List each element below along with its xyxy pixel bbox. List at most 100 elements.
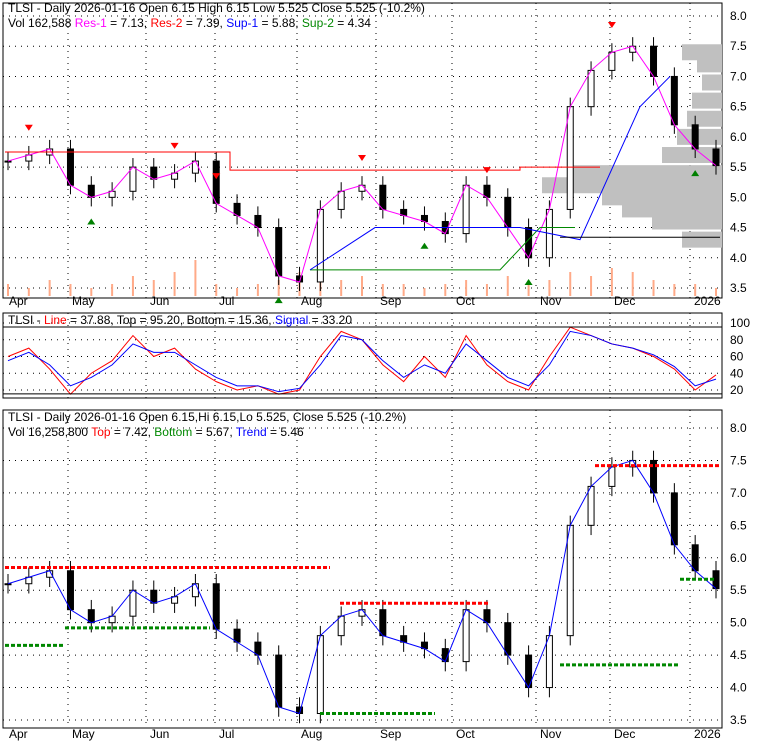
x-tick-label: Dec [614,294,635,308]
signal-label: Signal [274,313,309,327]
volume-bar [715,288,717,296]
y-tick-label: 8.0 [730,9,747,23]
y-tick-label: 5.5 [730,160,747,174]
candle-body [462,609,470,663]
volume-bar [673,284,676,296]
panel3-levels: Vol 16,258,800 Top = 7.42, Bottom = 5.67… [8,425,304,439]
candle-body [504,622,512,656]
volume-bar [194,260,197,296]
res2-line [5,151,600,171]
candle-body [608,466,616,487]
x-tick-label: Oct [456,294,475,308]
res2-value: = 7.39, [182,16,227,30]
candle-body [66,570,74,611]
candle-body [87,609,95,624]
volume-bar [111,284,114,296]
volume-bar [381,284,384,296]
x-tick-label: May [72,294,95,308]
candle-body [66,148,74,186]
candle-body [650,45,658,77]
volume-profile-bar [692,92,722,109]
panel2-title: TLSI - Line = 37.88, Top = 95.20, Bottom… [8,313,352,327]
x-tick-label: Sep [380,294,402,308]
y-tick-label: 6.5 [730,100,747,114]
y-tick-label: 4.5 [730,648,747,662]
bottom-label: Bottom [154,425,193,439]
volume-bar [465,280,468,296]
osc-tick-label: 100 [730,316,750,330]
panel-1-frame [2,2,723,299]
volume-bar [361,276,363,296]
sell-arrow-icon [358,155,366,162]
panel3-title: TLSI - Daily 2026-01-16 Open 6.15,Hi 6.1… [8,410,407,424]
candle-body [233,202,241,216]
sup1-label: Sup-1 [226,16,259,30]
y-tick-label: 3.5 [730,281,747,295]
candle-body [4,583,12,586]
buy-arrow-icon [420,242,429,249]
y-tick-label: 7.0 [730,486,747,500]
y-tick-label: 7.5 [730,39,747,53]
volume-bar [423,288,426,296]
x-tick-label: Nov [540,727,561,741]
volume-bar [131,276,134,296]
candle-body [379,184,387,210]
volume-bar [152,280,155,296]
y-tick-label: 6.0 [730,551,747,565]
osc-tick-label: 80 [730,333,744,347]
trend-label: Trend [235,425,267,439]
candle-body [191,160,199,174]
candle-body [254,214,262,229]
candle-body [87,184,95,198]
candle-body [483,184,491,198]
candle-body [254,641,262,656]
volume-bar [444,284,447,296]
volume-bar [236,288,239,296]
volume-bar [69,284,72,296]
candle-body [316,208,324,283]
x-tick-label: Aug [301,727,322,741]
x-tick-label: 2026 [694,294,721,308]
candle-body [191,583,199,598]
y-tick-label: 6.5 [730,518,747,532]
line-value: = 37.88, Top = 95.20, Bottom = 15.36, [66,313,275,327]
candle-body [129,166,137,192]
volume-bar [506,276,509,296]
sell-arrow-icon [24,124,33,131]
candle-body [379,609,387,637]
candle-body [233,628,241,643]
res1-label: Res-1 [74,16,107,30]
candle-body [4,160,12,163]
volume-bar [173,272,176,296]
trend-value: = 5.46 [266,425,304,439]
candle-body [150,166,158,180]
buy-arrow-icon [524,278,533,285]
candle-body [462,184,470,235]
x-tick-label: Nov [540,294,561,308]
panel1-levels: Vol 162,588 Res-1 = 7.13, Res-2 = 7.39, … [8,16,371,30]
volume-profile-bar [682,231,722,248]
candle-body [504,196,512,229]
volume-label: Vol 16,258,800 [8,425,92,439]
candle-body [545,635,553,689]
chart-canvas: Apr May Jun Jul Aug Sep Oct Nov Dec 2026 Apr May Jun… [2,2,750,741]
x-tick-label: Jun [150,294,169,308]
y-tick-label: 4.5 [730,221,747,235]
ticker: TLSI - [8,313,45,327]
sell-arrow-icon [170,142,179,149]
x-tick-label: Jun [150,727,169,741]
volume-bar [256,284,259,296]
x-tick-label: Jul [219,727,234,741]
stock-chart: Apr May Jun Jul Aug Sep Oct Nov Dec 2026 Apr May Jun… [0,0,780,745]
candle-body [150,589,158,604]
y-tick-label: 8.0 [730,421,747,435]
volume-bar [90,288,93,296]
candle-body [608,51,616,71]
volume-bar [590,276,593,296]
trend-line [7,459,717,715]
line-label: Line [44,313,67,327]
signal-value: = 33.20 [308,313,353,327]
sup1-value: = 5.88, [258,16,302,30]
x-tick-label: Oct [456,727,475,741]
y-tick-label: 4.0 [730,251,747,265]
